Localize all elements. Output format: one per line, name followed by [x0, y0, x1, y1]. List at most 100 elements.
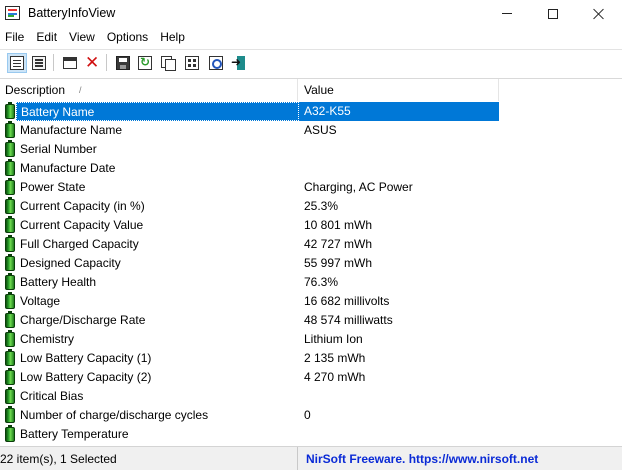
table-row[interactable]: Voltage 16 682 millivolts — [0, 292, 622, 311]
row-value: 10 801 mWh — [304, 218, 373, 232]
table-row[interactable]: Designed Capacity 55 997 mWh — [0, 254, 622, 273]
battery-icon — [5, 140, 15, 157]
table-row[interactable]: Critical Bias — [0, 387, 622, 406]
delete-icon: ✕ — [85, 53, 100, 72]
menu-view[interactable]: View — [63, 27, 101, 48]
row-value: 48 574 milliwatts — [304, 313, 393, 327]
maximize-icon — [548, 8, 558, 19]
row-description: Serial Number — [20, 142, 97, 156]
row-description: Battery Name — [16, 102, 299, 121]
refresh-icon — [138, 55, 152, 70]
row-description: Critical Bias — [20, 389, 84, 403]
menu-options[interactable]: Options — [101, 27, 154, 48]
minimize-button[interactable] — [484, 0, 530, 27]
row-value: 55 997 mWh — [304, 256, 373, 270]
row-description: Current Capacity (in %) — [20, 199, 145, 213]
table-row[interactable]: Serial Number — [0, 140, 622, 159]
row-value — [299, 159, 499, 178]
row-value: 76.3% — [304, 275, 339, 289]
properties-icon — [185, 56, 199, 70]
battery-icon — [5, 311, 15, 328]
table-row[interactable]: Current Capacity Value 10 801 mWh — [0, 216, 622, 235]
table-row[interactable]: Battery Temperature — [0, 425, 622, 444]
table-row[interactable]: Battery Name A32-K55 — [0, 102, 622, 121]
close-icon — [593, 8, 605, 20]
copy-button[interactable] — [158, 53, 178, 73]
window-icon — [63, 57, 77, 69]
table-row[interactable]: Chemistry Lithium Ion — [0, 330, 622, 349]
row-description: Battery Health — [20, 275, 97, 289]
row-value: 2 135 mWh — [304, 351, 366, 365]
html-report-button[interactable] — [7, 53, 27, 73]
row-description: Battery Temperature — [20, 427, 129, 441]
table-row[interactable]: Current Capacity (in %) 25.3% — [0, 197, 622, 216]
row-value: 42 727 mWh — [304, 237, 373, 251]
window-title: BatteryInfoView — [28, 6, 116, 20]
html-report-all-icon — [32, 56, 46, 70]
table-row[interactable]: Manufacture Name ASUS — [0, 121, 622, 140]
row-value: A32-K55 — [299, 102, 499, 121]
maximize-button[interactable] — [530, 0, 576, 27]
minimize-icon — [502, 13, 512, 14]
find-icon — [209, 56, 223, 70]
status-bar: 22 item(s), 1 Selected NirSoft Freeware.… — [0, 446, 622, 470]
table-row[interactable]: Full Charged Capacity 42 727 mWh — [0, 235, 622, 254]
delete-button[interactable]: ✕ — [82, 53, 102, 73]
menu-file[interactable]: File — [3, 27, 30, 48]
html-report-icon — [10, 56, 24, 70]
battery-info-list[interactable]: Description / Value Battery Name A32-K55 M… — [0, 78, 622, 444]
table-row[interactable]: Manufacture Date — [0, 159, 622, 178]
table-row[interactable]: Charge/Discharge Rate 48 574 milliwatts — [0, 311, 622, 330]
toolbar: ✕ — [0, 49, 622, 74]
close-button[interactable] — [576, 0, 622, 27]
battery-icon — [5, 273, 15, 290]
row-description: Voltage — [20, 294, 61, 308]
nirsoft-link[interactable]: NirSoft Freeware. https://www.nirsoft.ne… — [306, 447, 538, 470]
toolbar-separator — [53, 54, 54, 71]
menu-edit[interactable]: Edit — [30, 27, 63, 48]
table-row[interactable]: Power State Charging, AC Power — [0, 178, 622, 197]
battery-icon — [5, 254, 15, 271]
battery-icon — [5, 387, 15, 404]
battery-icon — [5, 121, 15, 138]
row-value: ASUS — [304, 123, 337, 137]
row-description: Low Battery Capacity (1) — [20, 351, 152, 365]
row-description: Chemistry — [20, 332, 75, 346]
battery-icon — [5, 178, 15, 195]
table-row[interactable]: Number of charge/discharge cycles 0 — [0, 406, 622, 425]
html-report-all-button[interactable] — [29, 53, 49, 73]
copy-icon — [161, 56, 176, 71]
column-description-header[interactable]: Description / — [0, 79, 298, 101]
battery-icon — [5, 235, 15, 252]
row-value — [299, 140, 499, 159]
properties-button[interactable] — [182, 53, 202, 73]
title-bar[interactable]: BatteryInfoView — [0, 0, 622, 27]
row-description: Number of charge/discharge cycles — [20, 408, 209, 422]
battery-icon — [5, 102, 15, 119]
table-row[interactable]: Low Battery Capacity (1) 2 135 mWh — [0, 349, 622, 368]
exit-button[interactable] — [229, 53, 249, 73]
row-value — [299, 425, 499, 444]
column-description-label: Description — [5, 83, 66, 97]
toolbar-separator — [106, 54, 107, 71]
table-row[interactable]: Low Battery Capacity (2) 4 270 mWh — [0, 368, 622, 387]
find-button[interactable] — [206, 53, 226, 73]
refresh-button[interactable] — [135, 53, 155, 73]
row-value: 4 270 mWh — [304, 370, 366, 384]
menu-bar: File Edit View Options Help — [0, 27, 622, 48]
row-description: Manufacture Name — [20, 123, 123, 137]
battery-icon — [5, 368, 15, 385]
window-button[interactable] — [60, 53, 80, 73]
table-row[interactable]: Battery Health 76.3% — [0, 273, 622, 292]
battery-icon — [5, 406, 15, 423]
row-value: 0 — [304, 408, 311, 422]
row-description: Power State — [20, 180, 86, 194]
column-value-header[interactable]: Value — [299, 79, 499, 101]
row-description: Designed Capacity — [20, 256, 121, 270]
row-value: 16 682 millivolts — [304, 294, 390, 308]
battery-icon — [5, 425, 15, 442]
menu-help[interactable]: Help — [154, 27, 191, 48]
row-description: Full Charged Capacity — [20, 237, 139, 251]
save-button[interactable] — [113, 53, 133, 73]
battery-icon — [5, 330, 15, 347]
